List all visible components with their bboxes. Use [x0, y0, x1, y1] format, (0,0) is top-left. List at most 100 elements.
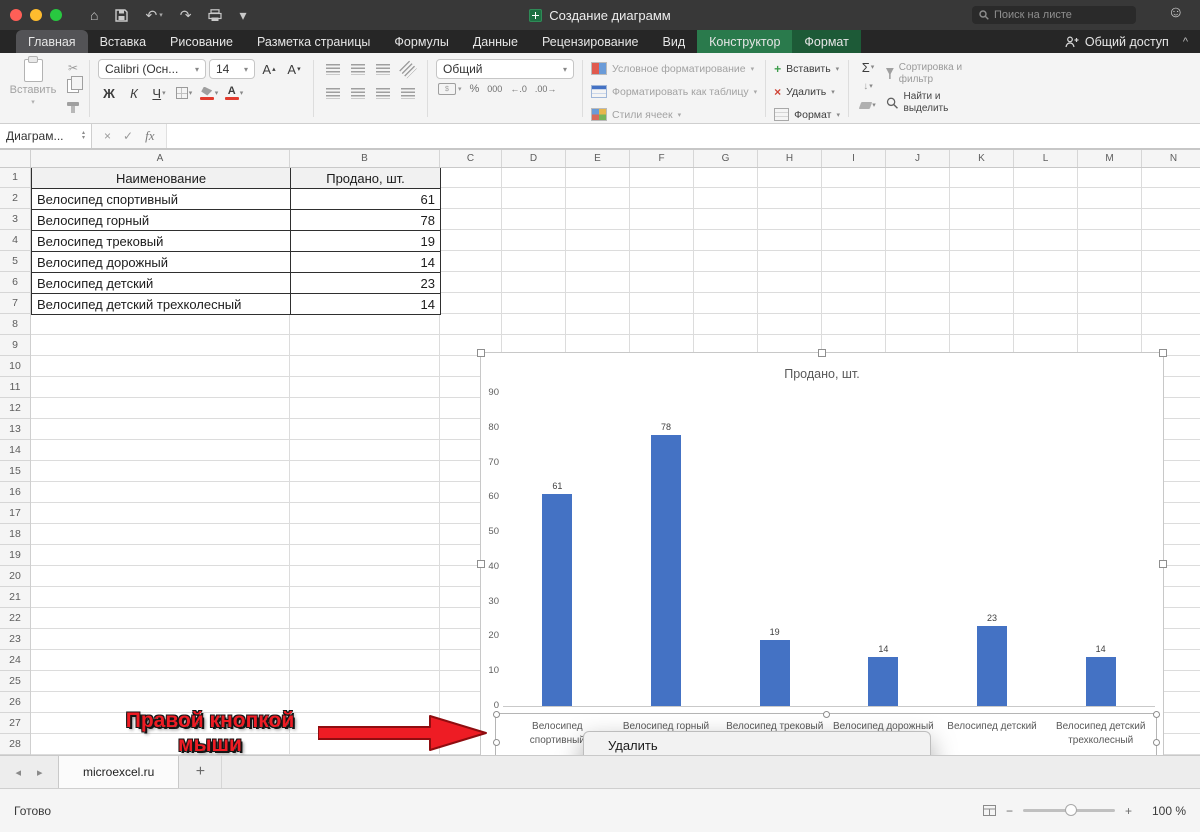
format-as-table-button[interactable]: Форматировать как таблицу ▾	[591, 82, 757, 101]
cell-qty[interactable]: 19	[291, 231, 441, 252]
cell-name[interactable]: Велосипед спортивный	[32, 189, 291, 210]
autosum-button[interactable]: Σ▾	[857, 59, 879, 75]
row-header-5[interactable]: 5	[0, 251, 30, 272]
row-header-15[interactable]: 15	[0, 461, 30, 482]
italic-button[interactable]: К	[123, 83, 145, 103]
row-header-9[interactable]: 9	[0, 335, 30, 356]
bar[interactable]: 61	[542, 494, 572, 706]
feedback-smiley-icon[interactable]: ☺	[1168, 4, 1184, 22]
table-header-cell[interactable]: Наименование	[32, 168, 291, 189]
align-right-icon[interactable]	[372, 83, 394, 103]
selection-handle[interactable]	[493, 739, 500, 746]
formula-input[interactable]	[167, 124, 1200, 148]
row-header-14[interactable]: 14	[0, 440, 30, 461]
cell-name[interactable]: Велосипед детский трехколесный	[32, 294, 291, 315]
cell-name[interactable]: Велосипед детский	[32, 273, 291, 294]
tab-Рецензирование[interactable]: Рецензирование	[530, 30, 651, 53]
number-format-dropdown-icon[interactable]: ▾	[563, 65, 567, 74]
column-header-A[interactable]: A	[31, 150, 290, 167]
row-header-16[interactable]: 16	[0, 482, 30, 503]
align-middle-icon[interactable]	[347, 59, 369, 79]
conditional-formatting-button[interactable]: Условное форматирование ▾	[591, 59, 757, 78]
selection-handle[interactable]	[493, 711, 500, 718]
column-header-I[interactable]: I	[822, 150, 886, 167]
find-select-button[interactable]: Найти и выделить	[886, 91, 970, 114]
cell-name[interactable]: Велосипед дорожный	[32, 252, 291, 273]
increase-decimal-button[interactable]: .00→	[535, 84, 557, 94]
copy-icon[interactable]	[65, 79, 81, 92]
minimize-window-button[interactable]	[30, 9, 42, 21]
align-top-icon[interactable]	[322, 59, 344, 79]
format-painter-icon[interactable]	[65, 97, 81, 110]
bar[interactable]: 14	[1086, 657, 1116, 706]
column-header-E[interactable]: E	[566, 150, 630, 167]
chart-title[interactable]: Продано, шт.	[481, 367, 1163, 381]
row-header-22[interactable]: 22	[0, 608, 30, 629]
row-header-6[interactable]: 6	[0, 272, 30, 293]
number-format-combo[interactable]: Общий ▾	[436, 59, 574, 79]
row-header-24[interactable]: 24	[0, 650, 30, 671]
format-cells-button[interactable]: Формат ▾	[774, 105, 840, 124]
column-header-H[interactable]: H	[758, 150, 822, 167]
cell-qty[interactable]: 23	[291, 273, 441, 294]
sort-filter-button[interactable]: Сортировка и фильтр	[886, 62, 970, 85]
row-header-18[interactable]: 18	[0, 524, 30, 545]
selection-handle[interactable]	[823, 711, 830, 718]
tab-Формат[interactable]: Формат	[792, 30, 860, 53]
zoom-slider-thumb[interactable]	[1065, 804, 1077, 816]
row-header-1[interactable]: 1	[0, 167, 30, 188]
cell-name[interactable]: Велосипед горный	[32, 210, 291, 231]
insert-cells-button[interactable]: + Вставить ▾	[774, 59, 840, 78]
confirm-entry-icon[interactable]: ✓	[123, 129, 133, 143]
row-header-26[interactable]: 26	[0, 692, 30, 713]
table-header-cell[interactable]: Продано, шт.	[291, 168, 441, 189]
row-header-13[interactable]: 13	[0, 419, 30, 440]
menu-item[interactable]: Удалить	[584, 737, 930, 755]
font-size-dropdown-icon[interactable]: ▾	[244, 65, 248, 74]
zoom-in-button[interactable]: +	[1125, 804, 1132, 818]
underline-button[interactable]: Ч▾	[148, 83, 170, 103]
cancel-entry-icon[interactable]: ×	[104, 129, 111, 143]
zoom-slider[interactable]	[1023, 809, 1115, 812]
tab-Формулы[interactable]: Формулы	[382, 30, 460, 53]
align-left-icon[interactable]	[322, 83, 344, 103]
tab-Вид[interactable]: Вид	[651, 30, 698, 53]
clear-button[interactable]: ▾	[857, 97, 879, 113]
cell-qty[interactable]: 61	[291, 189, 441, 210]
cell-name[interactable]: Велосипед трековый	[32, 231, 291, 252]
bar[interactable]: 19	[760, 640, 790, 706]
redo-icon[interactable]: ↷	[180, 7, 192, 24]
font-name-dropdown-icon[interactable]: ▾	[195, 65, 199, 74]
percent-format-button[interactable]: %	[470, 83, 480, 95]
orientation-icon[interactable]	[397, 59, 419, 79]
tab-Разметка страницы[interactable]: Разметка страницы	[245, 30, 382, 53]
column-header-F[interactable]: F	[630, 150, 694, 167]
share-button[interactable]: Общий доступ	[1065, 30, 1183, 53]
row-header-11[interactable]: 11	[0, 377, 30, 398]
align-bottom-icon[interactable]	[372, 59, 394, 79]
fill-down-button[interactable]: ↓▾	[857, 78, 879, 94]
delete-cells-button[interactable]: × Удалить ▾	[774, 82, 840, 101]
fullscreen-window-button[interactable]	[50, 9, 62, 21]
column-header-M[interactable]: M	[1078, 150, 1142, 167]
cell-qty[interactable]: 14	[291, 252, 441, 273]
add-sheet-button[interactable]: +	[179, 756, 222, 788]
tab-Рисование[interactable]: Рисование	[158, 30, 245, 53]
decrease-decimal-button[interactable]: ←.0	[510, 84, 527, 94]
tab-Главная[interactable]: Главная	[16, 30, 88, 53]
tab-Вставка[interactable]: Вставка	[88, 30, 158, 53]
toolbar-options-icon[interactable]: ▾	[239, 7, 246, 24]
search-field[interactable]: Поиск на листе	[972, 6, 1136, 24]
home-icon[interactable]: ⌂	[90, 7, 98, 23]
selection-handle[interactable]	[1159, 349, 1167, 357]
column-header-B[interactable]: B	[290, 150, 440, 167]
next-sheet-icon[interactable]: ▸	[37, 766, 43, 779]
paste-button[interactable]: Вставить ▾	[8, 59, 58, 106]
zoom-value[interactable]: 100 %	[1142, 804, 1186, 818]
borders-button[interactable]: ▾	[173, 83, 195, 103]
row-header-19[interactable]: 19	[0, 545, 30, 566]
cell-qty[interactable]: 78	[291, 210, 441, 231]
row-header-28[interactable]: 28	[0, 734, 30, 755]
bar[interactable]: 23	[977, 626, 1007, 706]
row-header-17[interactable]: 17	[0, 503, 30, 524]
